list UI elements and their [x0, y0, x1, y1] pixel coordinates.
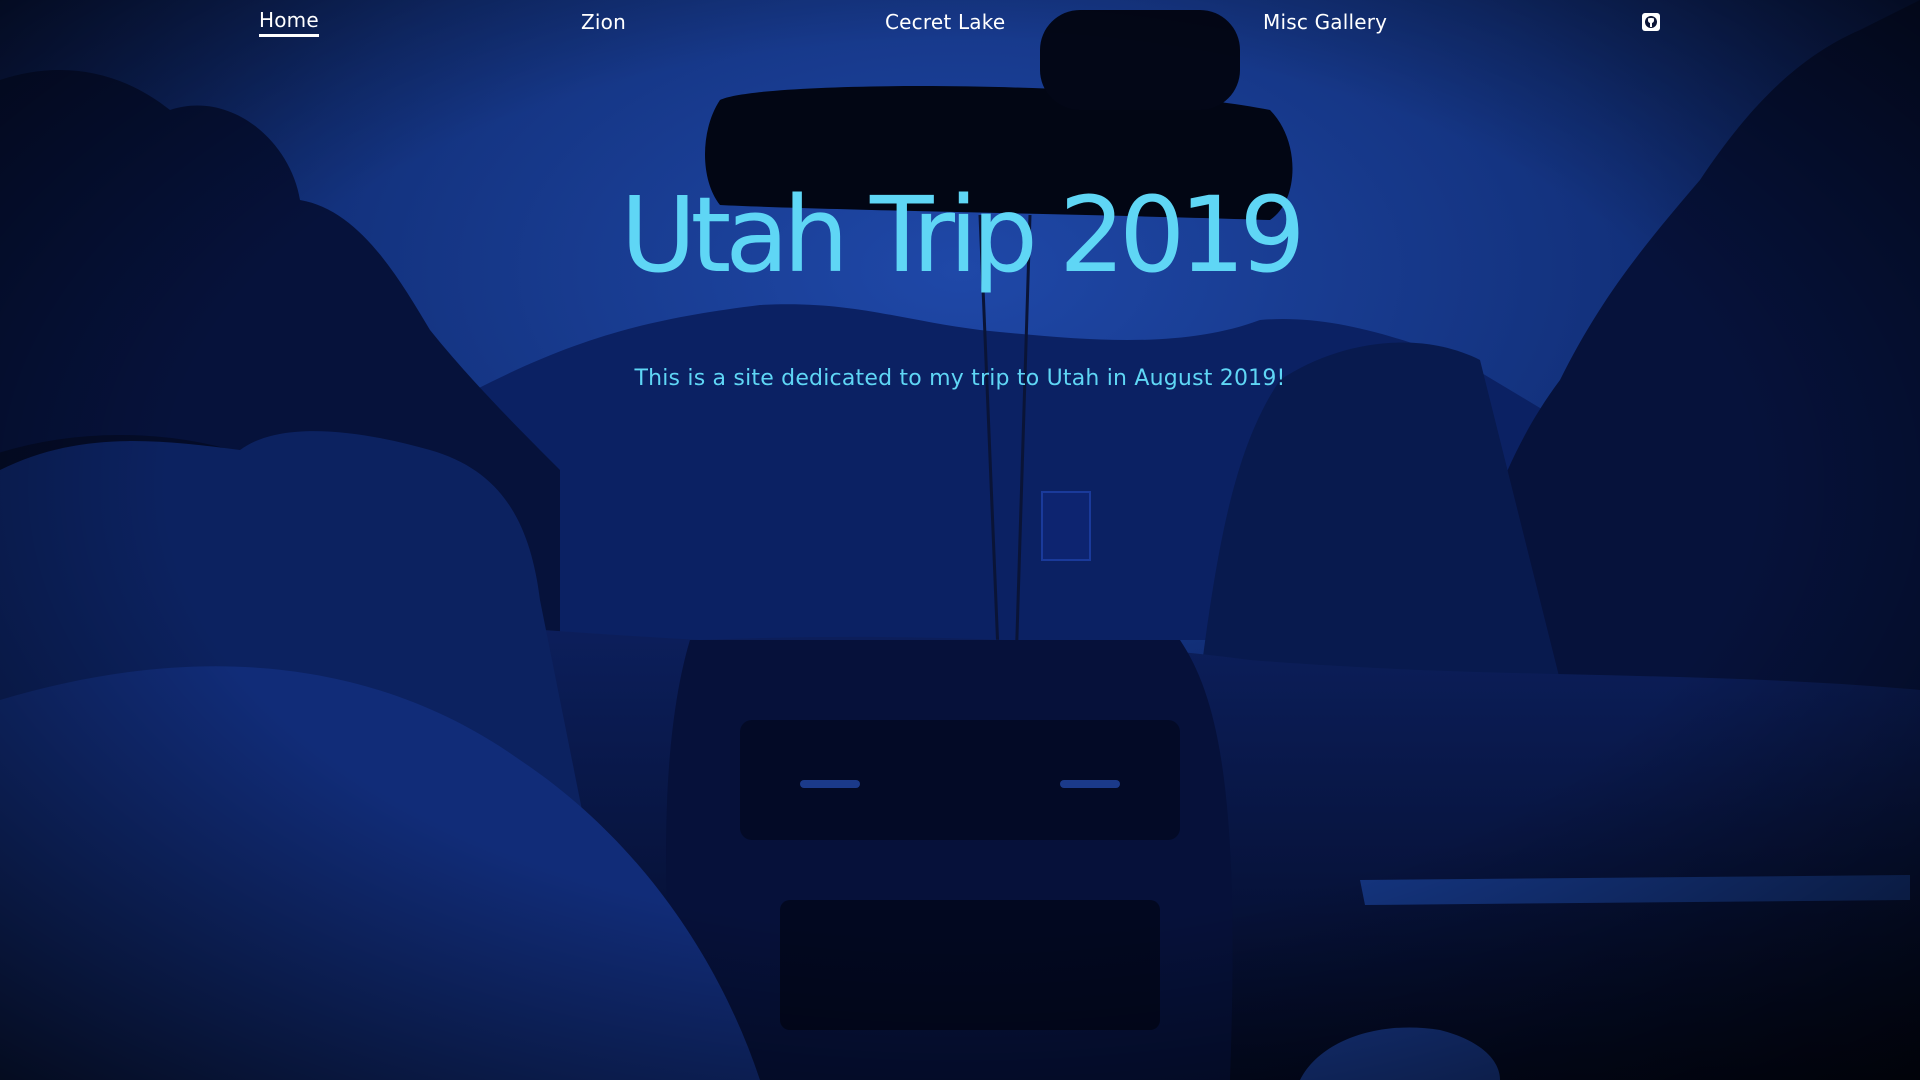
- nav-item-zion[interactable]: Zion: [581, 9, 626, 35]
- hero-background-image: [0, 0, 1920, 1080]
- hero-section: Home Zion Cecret Lake Misc Gallery Utah …: [0, 0, 1920, 1080]
- nav-item-home[interactable]: Home: [259, 7, 319, 37]
- page-title: Utah Trip 2019: [620, 174, 1305, 296]
- github-icon: [1641, 13, 1661, 36]
- nav-item-misc-gallery[interactable]: Misc Gallery: [1263, 9, 1387, 35]
- github-link[interactable]: [1641, 12, 1661, 32]
- nav-item-cecret-lake[interactable]: Cecret Lake: [885, 9, 1005, 35]
- page-subtitle: This is a site dedicated to my trip to U…: [634, 366, 1286, 391]
- top-navigation: Home Zion Cecret Lake Misc Gallery: [0, 0, 1920, 44]
